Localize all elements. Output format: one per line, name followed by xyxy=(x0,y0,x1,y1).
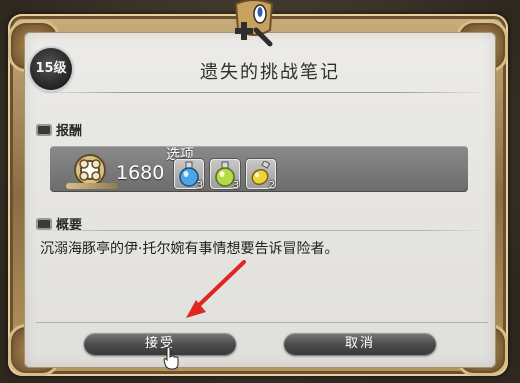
hand-cursor-icon xyxy=(163,346,179,370)
footer-divider xyxy=(36,322,488,323)
accept-button[interactable]: 接受 xyxy=(84,333,236,355)
title-divider xyxy=(36,92,488,93)
section-bullet-icon xyxy=(36,217,52,230)
gil-amount: 1680 xyxy=(116,162,165,184)
reward-item-slot[interactable]: 3 xyxy=(174,159,204,191)
reward-section-heading: 报酬 xyxy=(36,120,82,139)
item-quantity: 3 xyxy=(232,180,239,191)
game-screen: 15级 遗失的挑战笔记 报酬 1680 选项 3 3 2 概要 沉溺海豚亭的伊·… xyxy=(0,0,520,383)
summary-text: 沉溺海豚亭的伊·托尔婉有事情想要告诉冒险者。 xyxy=(40,241,339,257)
gil-underbar xyxy=(66,183,118,189)
reward-heading-label: 报酬 xyxy=(56,124,83,139)
item-quantity: 2 xyxy=(268,180,275,191)
cancel-button[interactable]: 取消 xyxy=(284,333,436,355)
summary-divider xyxy=(36,230,488,231)
quest-plus-emblem-icon xyxy=(234,0,274,47)
section-bullet-icon xyxy=(36,123,52,136)
reward-item-slot[interactable]: 2 xyxy=(246,159,276,191)
quest-title: 遗失的挑战笔记 xyxy=(200,62,340,83)
level-badge: 15级 xyxy=(30,48,72,90)
item-quantity: 3 xyxy=(196,180,203,191)
reward-item-slot[interactable]: 3 xyxy=(210,159,240,191)
